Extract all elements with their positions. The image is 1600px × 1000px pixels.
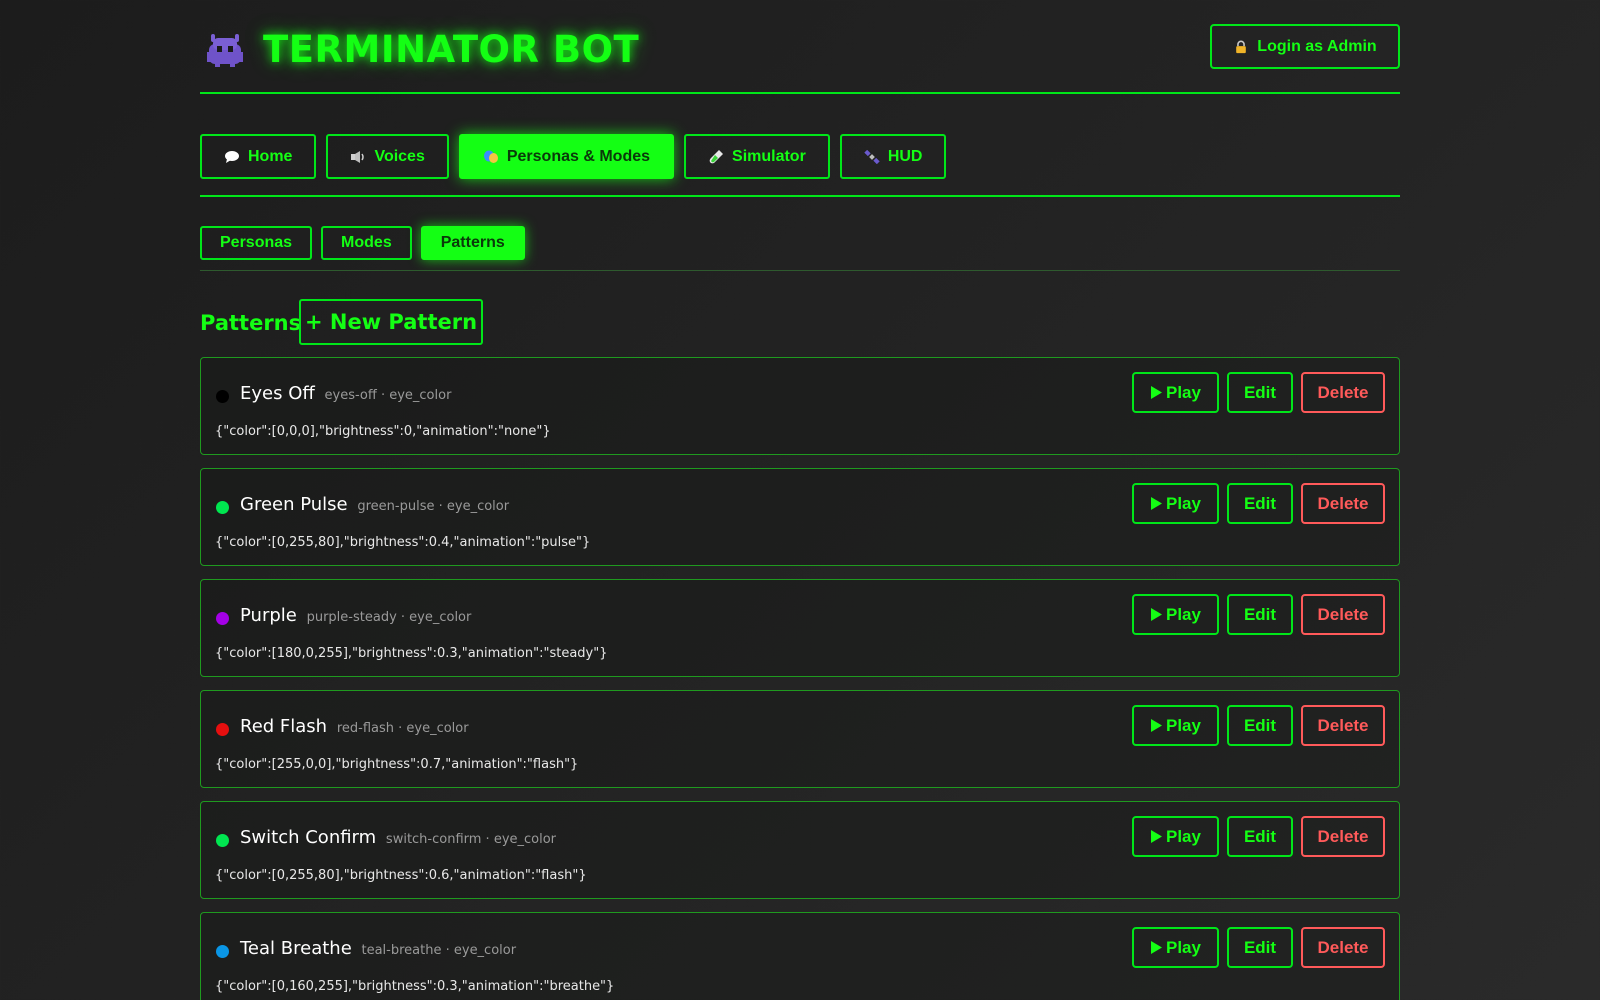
new-pattern-button[interactable]: + New Pattern [299,299,483,345]
edit-button[interactable]: Edit [1227,816,1293,857]
color-dot [216,723,229,736]
pattern-card: Switch Confirm switch-confirm · eye_colo… [200,801,1400,899]
delete-button[interactable]: Delete [1301,372,1385,413]
satellite-icon [864,149,880,164]
play-icon [1151,608,1162,621]
pattern-card: Teal Breathe teal-breathe · eye_color {"… [200,912,1400,1000]
nav-personas-modes[interactable]: Personas & Modes [458,134,675,179]
play-label: Play [1166,715,1201,735]
play-icon [1151,719,1162,732]
color-dot [216,390,229,403]
play-icon [1151,830,1162,843]
theater-masks-icon [483,150,498,163]
speech-bubble-icon [225,150,239,163]
delete-button[interactable]: Delete [1301,483,1385,524]
sub-nav: Personas Modes Patterns [200,197,1400,271]
play-label: Play [1166,493,1201,513]
pattern-json: {"color":[0,160,255],"brightness":0.3,"a… [215,979,615,994]
delete-button[interactable]: Delete [1301,816,1385,857]
edit-button[interactable]: Edit [1227,594,1293,635]
pattern-json: {"color":[0,255,80],"brightness":0.4,"an… [215,535,591,550]
pattern-meta: purple-steady · eye_color [306,610,472,625]
nav-personas-modes-label: Personas & Modes [506,147,651,165]
color-dot [216,945,229,958]
pattern-meta: eyes-off · eye_color [324,388,452,403]
speaker-icon [351,150,365,163]
play-button[interactable]: Play [1132,927,1219,968]
nav-voices[interactable]: Voices [326,134,449,179]
app-container: TERMINATOR BOT Login as Admin Home Voice… [200,0,1400,1000]
play-button[interactable]: Play [1132,816,1219,857]
pattern-json: {"color":[0,0,0],"brightness":0,"animati… [215,424,551,439]
pattern-name: Teal Breathe [240,938,352,959]
play-button[interactable]: Play [1132,372,1219,413]
pattern-meta: teal-breathe · eye_color [361,943,517,958]
color-dot [216,501,229,514]
delete-button[interactable]: Delete [1301,594,1385,635]
play-label: Play [1166,826,1201,846]
pattern-card: Purple purple-steady · eye_color {"color… [200,579,1400,677]
nav-hud[interactable]: HUD [839,134,947,179]
login-admin-button[interactable]: Login as Admin [1210,24,1400,69]
lock-icon [1236,40,1247,53]
pattern-name: Eyes Off [240,383,315,404]
delete-button[interactable]: Delete [1301,927,1385,968]
pattern-json: {"color":[0,255,80],"brightness":0.6,"an… [215,868,587,883]
pattern-meta: green-pulse · eye_color [357,499,510,514]
alien-monster-icon [207,33,243,67]
nav-simulator-label: Simulator [732,147,806,165]
pattern-name: Switch Confirm [240,827,377,848]
pattern-name: Green Pulse [240,494,348,515]
color-dot [216,612,229,625]
pattern-meta: red-flash · eye_color [336,721,469,736]
edit-button[interactable]: Edit [1227,483,1293,524]
play-button[interactable]: Play [1132,705,1219,746]
pattern-card: Eyes Off eyes-off · eye_color {"color":[… [200,357,1400,455]
nav-home-label: Home [248,147,293,165]
app-logo: TERMINATOR BOT [205,28,639,71]
section-title: Patterns [200,311,302,335]
play-icon [1151,497,1162,510]
app-header: TERMINATOR BOT Login as Admin [200,0,1400,94]
pattern-name: Purple [240,605,297,626]
play-icon [1151,941,1162,954]
nav-voices-label: Voices [374,147,425,165]
subnav-modes[interactable]: Modes [321,226,412,260]
main-nav: Home Voices Personas & Modes Simulator H… [200,94,1400,197]
play-button[interactable]: Play [1132,594,1219,635]
pattern-list: Eyes Off eyes-off · eye_color {"color":[… [200,357,1400,1000]
nav-simulator[interactable]: Simulator [684,134,830,179]
subnav-personas[interactable]: Personas [200,226,313,260]
pattern-card: Green Pulse green-pulse · eye_color {"co… [200,468,1400,566]
pattern-card: Red Flash red-flash · eye_color {"color"… [200,690,1400,788]
app-title: TERMINATOR BOT [263,28,640,71]
edit-button[interactable]: Edit [1227,372,1293,413]
patterns-section-header: Patterns + New Pattern [200,271,1400,357]
pattern-meta: switch-confirm · eye_color [385,832,557,847]
play-label: Play [1166,382,1201,402]
edit-button[interactable]: Edit [1227,705,1293,746]
pattern-json: {"color":[180,0,255],"brightness":0.3,"a… [215,646,608,661]
nav-hud-label: HUD [887,147,923,165]
play-label: Play [1166,604,1201,624]
delete-button[interactable]: Delete [1301,705,1385,746]
test-tube-icon [709,149,724,163]
nav-home[interactable]: Home [200,134,317,179]
play-button[interactable]: Play [1132,483,1219,524]
color-dot [216,834,229,847]
play-icon [1151,386,1162,399]
pattern-name: Red Flash [240,716,328,737]
pattern-json: {"color":[255,0,0],"brightness":0.7,"ani… [215,757,579,772]
play-label: Play [1166,937,1201,957]
subnav-patterns[interactable]: Patterns [420,226,525,260]
edit-button[interactable]: Edit [1227,927,1293,968]
login-admin-label: Login as Admin [1257,37,1377,55]
